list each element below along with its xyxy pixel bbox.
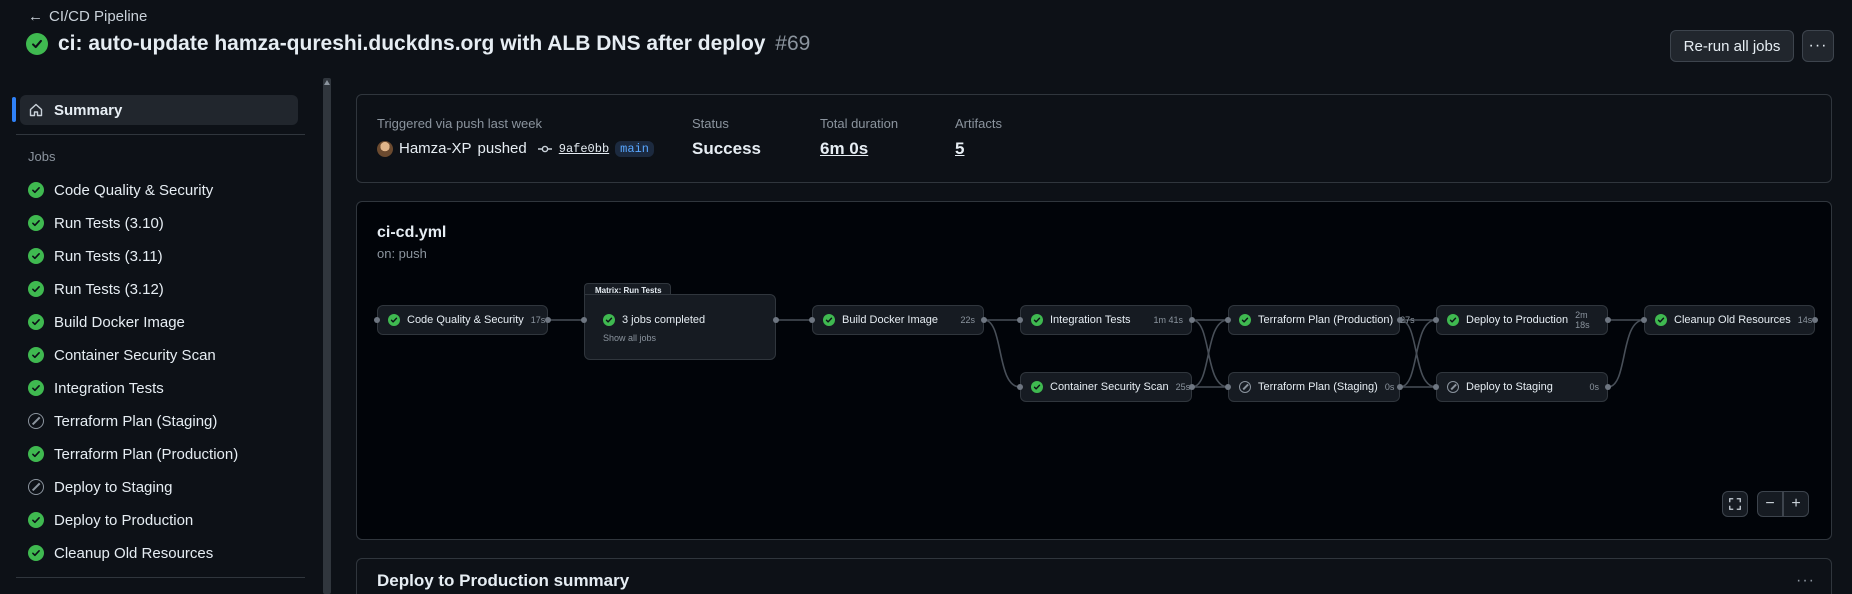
node-duration: 0s: [1589, 382, 1599, 392]
output-port: [773, 317, 779, 323]
graph-node-terraform-plan-production[interactable]: Terraform Plan (Production) 27s: [1228, 305, 1415, 335]
graph-node-build-docker-image[interactable]: Build Docker Image 22s: [812, 305, 984, 335]
matrix-summary[interactable]: 3 jobs completed: [603, 314, 705, 326]
input-port: [1641, 317, 1647, 323]
fullscreen-icon: [1729, 498, 1741, 510]
node-name: Deploy to Staging: [1466, 381, 1553, 393]
node-name: Container Security Scan: [1050, 381, 1169, 393]
skipped-icon: [1239, 381, 1251, 393]
fullscreen-button[interactable]: [1722, 491, 1748, 517]
output-port: [1189, 317, 1195, 323]
output-port: [1605, 384, 1611, 390]
success-check-icon: [388, 314, 400, 326]
graph-node-code-quality-security[interactable]: Code Quality & Security 17s: [377, 305, 548, 335]
deploy-summary-more-button[interactable]: ···: [1796, 572, 1815, 590]
node-name: Cleanup Old Resources: [1674, 314, 1791, 326]
input-port: [581, 317, 587, 323]
input-port: [1017, 317, 1023, 323]
success-check-icon: [823, 314, 835, 326]
node-name: Deploy to Production: [1466, 314, 1569, 326]
input-port: [1433, 317, 1439, 323]
input-port: [1225, 317, 1231, 323]
success-check-icon: [1031, 381, 1043, 393]
node-duration: 0s: [1384, 382, 1395, 392]
input-port: [1433, 384, 1439, 390]
plus-icon: +: [1791, 495, 1801, 512]
node-duration: 25s: [1175, 382, 1191, 392]
success-check-icon: [1031, 314, 1043, 326]
node-duration: 14s: [1797, 315, 1813, 325]
input-port: [1225, 384, 1231, 390]
graph-node-integration-tests[interactable]: Integration Tests 1m 41s: [1020, 305, 1192, 335]
input-port: [374, 317, 380, 323]
graph-connectors: [548, 319, 1645, 388]
success-check-icon: [603, 314, 615, 326]
minus-icon: −: [1765, 495, 1775, 512]
skipped-icon: [1447, 381, 1459, 393]
success-check-icon: [1655, 314, 1667, 326]
node-duration: 22s: [960, 315, 975, 325]
success-check-icon: [1447, 314, 1459, 326]
graph-node-terraform-plan-staging[interactable]: Terraform Plan (Staging) 0s: [1228, 372, 1400, 402]
graph-node-deploy-to-production[interactable]: Deploy to Production 2m 18s: [1436, 305, 1608, 335]
output-port: [1605, 317, 1611, 323]
output-port: [1812, 317, 1818, 323]
node-name: Terraform Plan (Staging): [1258, 381, 1378, 393]
zoom-in-button[interactable]: +: [1783, 491, 1809, 517]
node-name: Integration Tests: [1050, 314, 1131, 326]
node-name: Terraform Plan (Production): [1258, 314, 1394, 326]
output-port: [981, 317, 987, 323]
node-name: Code Quality & Security: [407, 314, 524, 326]
node-duration: 1m 41s: [1153, 315, 1183, 325]
output-port: [1397, 317, 1403, 323]
graph-node-container-security-scan[interactable]: Container Security Scan 25s: [1020, 372, 1192, 402]
node-duration: 17s: [530, 315, 546, 325]
node-duration: 2m 18s: [1575, 310, 1590, 330]
matrix-run-tests-group[interactable]: [584, 294, 776, 360]
deploy-summary-title: Deploy to Production summary: [377, 571, 630, 590]
show-all-jobs-link[interactable]: Show all jobs: [603, 333, 656, 343]
input-port: [1017, 384, 1023, 390]
node-name: Build Docker Image: [842, 314, 938, 326]
output-port: [545, 317, 551, 323]
output-port: [1189, 384, 1195, 390]
graph-node-cleanup-old-resources[interactable]: Cleanup Old Resources 14s: [1644, 305, 1815, 335]
input-port: [809, 317, 815, 323]
success-check-icon: [1239, 314, 1251, 326]
matrix-summary-text: 3 jobs completed: [622, 314, 706, 326]
output-port: [1397, 384, 1403, 390]
graph-node-deploy-to-staging[interactable]: Deploy to Staging 0s: [1436, 372, 1608, 402]
zoom-out-button[interactable]: −: [1757, 491, 1783, 517]
